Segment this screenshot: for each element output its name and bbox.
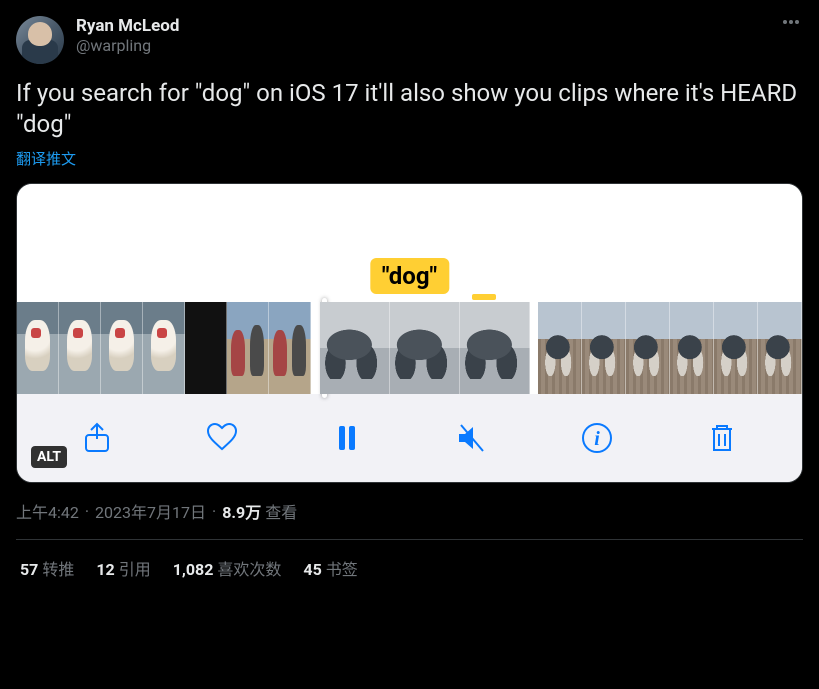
stats-row: 57转推 12引用 1,082喜欢次数 45书签: [16, 540, 803, 580]
like-stat[interactable]: 1,082喜欢次数: [173, 556, 282, 580]
info-icon[interactable]: i: [577, 418, 617, 458]
timeline-frame: [227, 302, 269, 394]
tweet-text: If you search for "dog" on iOS 17 it'll …: [16, 78, 803, 140]
tweet-time[interactable]: 上午4:42: [16, 499, 79, 523]
tweet: Ryan McLeod @warpling If you search for …: [0, 0, 819, 580]
timeline-frame: [714, 302, 758, 394]
trash-icon[interactable]: [702, 418, 742, 458]
like-count: 1,082: [173, 560, 214, 579]
timeline-frame: [538, 302, 582, 394]
share-icon[interactable]: [77, 418, 117, 458]
timeline-frame: [582, 302, 626, 394]
timeline-frame: [59, 302, 101, 394]
display-name: Ryan McLeod: [76, 16, 779, 36]
retweet-stat[interactable]: 57转推: [20, 556, 74, 580]
mute-icon[interactable]: [452, 418, 492, 458]
timeline-frame: [143, 302, 185, 394]
heart-icon[interactable]: [202, 418, 242, 458]
bookmark-stat[interactable]: 45书签: [303, 556, 357, 580]
timeline-frame: [758, 302, 802, 394]
views-label: 查看: [265, 499, 297, 523]
timeline-frame: [185, 302, 227, 394]
pause-icon[interactable]: [327, 418, 367, 458]
timeline-frame: [626, 302, 670, 394]
timeline-frame: [17, 302, 59, 394]
svg-text:i: i: [594, 428, 600, 450]
timeline-frame: [269, 302, 311, 394]
views-count[interactable]: 8.9万: [222, 499, 261, 523]
timeline-frame: [390, 302, 460, 394]
timeline-gap: [311, 302, 320, 394]
clip-group-2[interactable]: [320, 302, 530, 394]
media-card[interactable]: "dog": [16, 183, 803, 483]
quote-stat[interactable]: 12引用: [96, 556, 150, 580]
tweet-meta: 上午4:42 · 2023年7月17日 · 8.9万 查看: [16, 499, 803, 523]
handle: @warpling: [76, 36, 779, 56]
timeline-frame: [320, 302, 390, 394]
avatar[interactable]: [16, 16, 64, 64]
retweet-count: 57: [20, 560, 38, 579]
bookmark-count: 45: [303, 560, 321, 579]
quote-count: 12: [96, 560, 114, 579]
search-match-tick: [472, 294, 496, 300]
timeline-frame: [670, 302, 714, 394]
search-match-label: "dog": [370, 258, 449, 294]
author-block[interactable]: Ryan McLeod @warpling: [76, 16, 779, 56]
timeline-gap: [530, 302, 539, 394]
video-timeline[interactable]: [17, 302, 802, 394]
clip-group-3[interactable]: [538, 302, 802, 394]
timeline-frame: [460, 302, 530, 394]
timeline-frame: [101, 302, 143, 394]
translate-link[interactable]: 翻译推文: [16, 148, 76, 169]
media-top: "dog": [17, 184, 802, 302]
more-icon[interactable]: [779, 16, 803, 28]
tweet-header: Ryan McLeod @warpling: [16, 16, 803, 64]
clip-group-1[interactable]: [17, 302, 311, 394]
alt-badge[interactable]: ALT: [31, 446, 67, 468]
media-toolbar: i: [17, 394, 802, 482]
tweet-date[interactable]: 2023年7月17日: [95, 499, 206, 523]
